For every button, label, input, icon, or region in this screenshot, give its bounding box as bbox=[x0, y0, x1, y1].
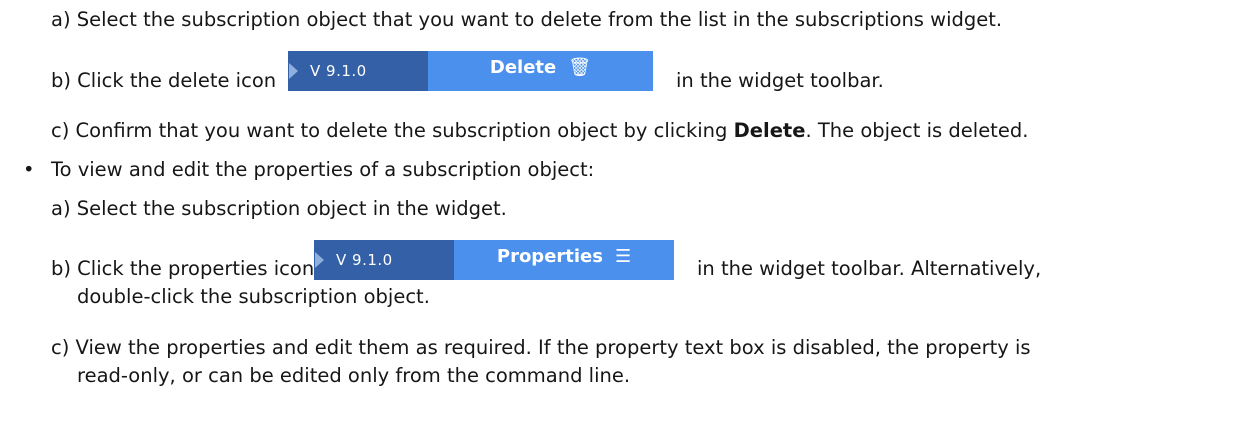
step-props-a: a) Select the subscription object in the… bbox=[51, 197, 507, 220]
play-arrow-icon bbox=[289, 63, 298, 79]
version-badge: V 9.1.0 bbox=[314, 240, 454, 280]
bullet-view-properties: To view and edit the properties of a sub… bbox=[51, 158, 595, 181]
play-arrow-icon bbox=[315, 252, 324, 268]
delete-icon-image: V 9.1.0 Delete 🗑 bbox=[288, 51, 653, 91]
version-label: V 9.1.0 bbox=[336, 251, 393, 269]
step-delete-b-prefix: b) Click the delete icon bbox=[51, 69, 277, 92]
menu-icon: ☰ bbox=[614, 246, 632, 267]
properties-label: Properties bbox=[496, 246, 603, 267]
delete-button-image: Delete 🗑 bbox=[428, 51, 653, 91]
version-badge: V 9.1.0 bbox=[288, 51, 428, 91]
step-delete-c-end: . The object is deleted. bbox=[805, 119, 1029, 142]
step-props-b-prefix: b) Click the properties icon bbox=[51, 257, 315, 280]
step-props-b-suffix: in the widget toolbar. Alternatively, bbox=[697, 257, 1042, 280]
step-delete-b-suffix: in the widget toolbar. bbox=[676, 69, 884, 92]
step-props-c-line1: c) View the properties and edit them as … bbox=[51, 336, 1031, 359]
step-delete-c-text: c) Confirm that you want to delete the s… bbox=[51, 119, 734, 142]
step-delete-c: c) Confirm that you want to delete the s… bbox=[51, 119, 1028, 143]
properties-icon-image: V 9.1.0 Properties ☰ bbox=[314, 240, 674, 280]
step-delete-a: a) Select the subscription object that y… bbox=[51, 8, 1003, 31]
bullet-marker: • bbox=[23, 158, 35, 181]
delete-label: Delete bbox=[489, 57, 557, 78]
trash-icon: 🗑 bbox=[568, 57, 592, 78]
step-props-c-line2: read-only, or can be edited only from th… bbox=[77, 364, 631, 387]
version-label: V 9.1.0 bbox=[310, 62, 367, 80]
delete-emphasis: Delete bbox=[733, 119, 806, 142]
step-props-b-continuation: double-click the subscription object. bbox=[77, 285, 430, 308]
properties-button-image: Properties ☰ bbox=[454, 240, 674, 280]
